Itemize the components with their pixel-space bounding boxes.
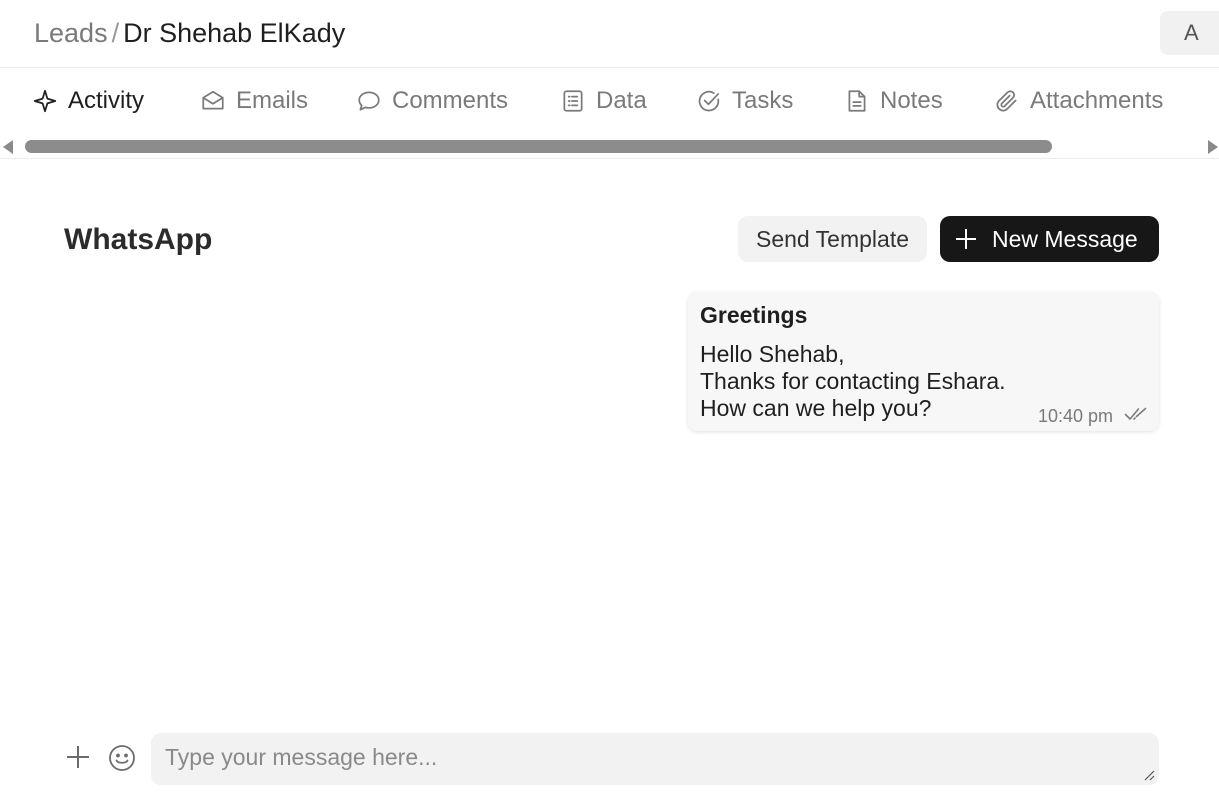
tab-activity[interactable]: Activity: [32, 83, 144, 119]
tab-label: Comments: [392, 87, 509, 114]
tab-comments[interactable]: Comments: [356, 83, 508, 119]
tab-bar: Activity Emails Comments Data Tasks Note…: [0, 69, 1219, 133]
note-icon: [848, 90, 866, 112]
message-body: Hello Shehab, Thanks for contacting Esha…: [700, 341, 1006, 422]
tab-label: Attachments: [1030, 87, 1164, 114]
emoji-smile-icon[interactable]: [108, 744, 136, 772]
attach-plus-icon[interactable]: [67, 746, 89, 768]
tabs-scrollbar[interactable]: [0, 135, 1219, 159]
breadcrumb-current-lead: Dr Shehab ElKady: [123, 18, 346, 48]
scrollbar-thumb[interactable]: [25, 140, 1052, 153]
tab-label: Activity: [68, 87, 145, 114]
chat-bubble-icon: [358, 91, 380, 111]
tab-data[interactable]: Data: [560, 83, 647, 119]
message-timestamp: 10:40 pm: [1038, 406, 1114, 426]
message-bubble: Greetings Hello Shehab, Thanks for conta…: [688, 292, 1159, 431]
new-message-button[interactable]: New Message: [940, 216, 1159, 262]
breadcrumb-leads-link[interactable]: Leads: [34, 18, 108, 48]
tab-label: Notes: [880, 87, 943, 114]
scroll-right-arrow-icon[interactable]: [1208, 140, 1218, 154]
breadcrumb: Leads / Dr Shehab ElKady: [34, 16, 345, 50]
tab-label: Emails: [236, 87, 309, 114]
breadcrumb-separator: /: [111, 18, 120, 48]
double-check-icon: [1124, 407, 1147, 420]
avatar[interactable]: A: [1160, 11, 1219, 55]
scroll-left-arrow-icon[interactable]: [3, 140, 13, 154]
check-circle-icon: [698, 90, 720, 112]
page-header: Leads / Dr Shehab ElKady A: [0, 0, 1219, 68]
message-line: Thanks for contacting Eshara.: [700, 368, 1006, 394]
list-document-icon: [563, 90, 583, 112]
paperclip-icon: [996, 90, 1017, 112]
resize-grip-icon[interactable]: [1143, 769, 1155, 781]
send-template-button[interactable]: Send Template: [738, 216, 927, 262]
message-line: How can we help you?: [700, 395, 932, 421]
tab-emails[interactable]: Emails: [200, 83, 308, 119]
tab-notes[interactable]: Notes: [844, 83, 943, 119]
message-line: Hello Shehab,: [700, 341, 845, 367]
tab-attachments[interactable]: Attachments: [994, 83, 1163, 119]
envelope-icon: [202, 90, 224, 110]
plus-icon: [956, 229, 976, 249]
section-title: WhatsApp: [64, 223, 213, 256]
tab-label: Tasks: [732, 87, 794, 114]
new-message-label: New Message: [992, 225, 1138, 252]
message-title: Greetings: [700, 302, 808, 328]
sparkle-icon: [33, 89, 57, 113]
tab-label: Data: [596, 87, 647, 114]
message-input[interactable]: [151, 733, 1159, 785]
tab-tasks[interactable]: Tasks: [696, 83, 793, 119]
